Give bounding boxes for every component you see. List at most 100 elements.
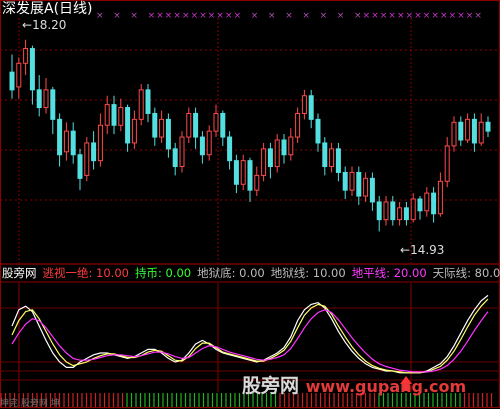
watermark-text: 股旁网 www.gupang.com bbox=[242, 375, 466, 397]
indicator-item: 逃视一绝: 10.00 bbox=[43, 264, 129, 282]
signal-marker: × bbox=[449, 11, 457, 21]
candle-body bbox=[411, 199, 415, 220]
candle-body bbox=[350, 172, 354, 190]
arrow-icon: ← bbox=[22, 18, 32, 32]
candle-body bbox=[282, 140, 286, 155]
candle-body bbox=[364, 178, 368, 196]
price-high-annotation: ←18.20 bbox=[22, 18, 66, 32]
signal-marker: × bbox=[191, 11, 199, 21]
watermark-url: www.gupang.com bbox=[306, 377, 467, 396]
candle-body bbox=[316, 119, 320, 143]
signal-marker: × bbox=[474, 11, 482, 21]
candle-body bbox=[78, 155, 82, 179]
candle-body bbox=[10, 72, 14, 90]
candle-body bbox=[105, 105, 109, 126]
candle-body bbox=[336, 149, 340, 173]
indicator-item: 持币: 0.00 bbox=[135, 264, 191, 282]
candle-body bbox=[343, 172, 347, 190]
candle-body bbox=[146, 90, 150, 114]
candle-body bbox=[24, 49, 28, 64]
signal-marker: × bbox=[199, 11, 207, 21]
signal-marker: × bbox=[208, 11, 216, 21]
indicator-header: 股旁网逃视一绝: 10.00持币: 0.00地狱底: 0.00地狱线: 10.0… bbox=[0, 264, 500, 282]
signal-marker: × bbox=[156, 11, 164, 21]
candle-body bbox=[418, 199, 422, 211]
candle-body bbox=[214, 113, 218, 131]
candle-body bbox=[302, 96, 306, 114]
candle-body bbox=[85, 143, 89, 175]
signal-marker: × bbox=[173, 11, 181, 21]
signal-marker: × bbox=[457, 11, 465, 21]
signal-marker: × bbox=[148, 11, 156, 21]
signal-marker: × bbox=[285, 11, 293, 21]
signal-marker: × bbox=[320, 11, 328, 21]
price-high-value: 18.20 bbox=[32, 18, 66, 32]
kline-chart[interactable]: ××××××××××××××××××××××××××××××××××× bbox=[0, 0, 500, 408]
signal-marker: × bbox=[113, 11, 121, 21]
candle-body bbox=[17, 63, 21, 87]
signal-marker: × bbox=[130, 11, 138, 21]
candle-body bbox=[425, 193, 429, 211]
signal-marker: × bbox=[337, 11, 345, 21]
signal-marker: × bbox=[431, 11, 439, 21]
candle-body bbox=[132, 119, 136, 143]
signal-marker: × bbox=[380, 11, 388, 21]
candle-body bbox=[234, 161, 238, 185]
watermark-brand: 股旁网 bbox=[242, 375, 306, 397]
candle-body bbox=[479, 122, 483, 143]
price-low-annotation: ←14.93 bbox=[400, 243, 444, 257]
candle-body bbox=[221, 113, 225, 137]
signal-marker: × bbox=[363, 11, 371, 21]
candle-body bbox=[139, 90, 143, 120]
candle-body bbox=[309, 96, 313, 120]
candle-body bbox=[391, 202, 395, 220]
candle-body bbox=[64, 131, 68, 152]
candle-body bbox=[44, 90, 48, 108]
candle-body bbox=[330, 149, 334, 167]
candle-body bbox=[486, 122, 490, 131]
candle-body bbox=[200, 137, 204, 155]
candle-body bbox=[166, 119, 170, 149]
candle-body bbox=[323, 143, 327, 167]
candle-body bbox=[37, 90, 41, 108]
candle-body bbox=[98, 125, 102, 160]
signal-marker: × bbox=[371, 11, 379, 21]
footer-label: 坤完 股旁网 坤 bbox=[0, 396, 60, 409]
candle-body bbox=[357, 172, 361, 196]
signal-marker: × bbox=[440, 11, 448, 21]
chart-title: 深发展A(日线) bbox=[2, 0, 93, 18]
candle-body bbox=[126, 108, 130, 143]
signal-marker: × bbox=[397, 11, 405, 21]
candle-body bbox=[119, 108, 123, 126]
indicator-item: 地平线: 20.00 bbox=[352, 264, 427, 282]
signal-marker: × bbox=[216, 11, 224, 21]
candle-body bbox=[112, 105, 116, 126]
signal-marker: × bbox=[423, 11, 431, 21]
candle-body bbox=[432, 193, 436, 214]
candle-body bbox=[466, 119, 470, 140]
watermark: 股旁网 www.gupang.com bbox=[242, 371, 466, 398]
arrow-icon: ← bbox=[400, 243, 410, 257]
candle-body bbox=[248, 161, 252, 191]
candle-body bbox=[58, 119, 62, 154]
signal-marker: × bbox=[182, 11, 190, 21]
candle-body bbox=[207, 131, 211, 155]
candle-body bbox=[275, 140, 279, 167]
candle-body bbox=[153, 113, 157, 137]
candle-body bbox=[289, 137, 293, 155]
candle-body bbox=[370, 178, 374, 202]
candle-body bbox=[377, 202, 381, 220]
candle-body bbox=[241, 161, 245, 185]
candle-body bbox=[384, 202, 388, 220]
candle-body bbox=[262, 149, 266, 176]
candle-body bbox=[187, 113, 191, 137]
candle-body bbox=[51, 90, 55, 120]
candle-body bbox=[452, 122, 456, 146]
candle-body bbox=[180, 137, 184, 167]
signal-marker: × bbox=[466, 11, 474, 21]
indicator-item: 地狱线: 10.00 bbox=[271, 264, 346, 282]
indicator-item: 天际线: 80.0 bbox=[433, 264, 500, 282]
signal-marker: × bbox=[354, 11, 362, 21]
indicator-name[interactable]: 股旁网 bbox=[2, 264, 37, 282]
candle-body bbox=[404, 208, 408, 220]
